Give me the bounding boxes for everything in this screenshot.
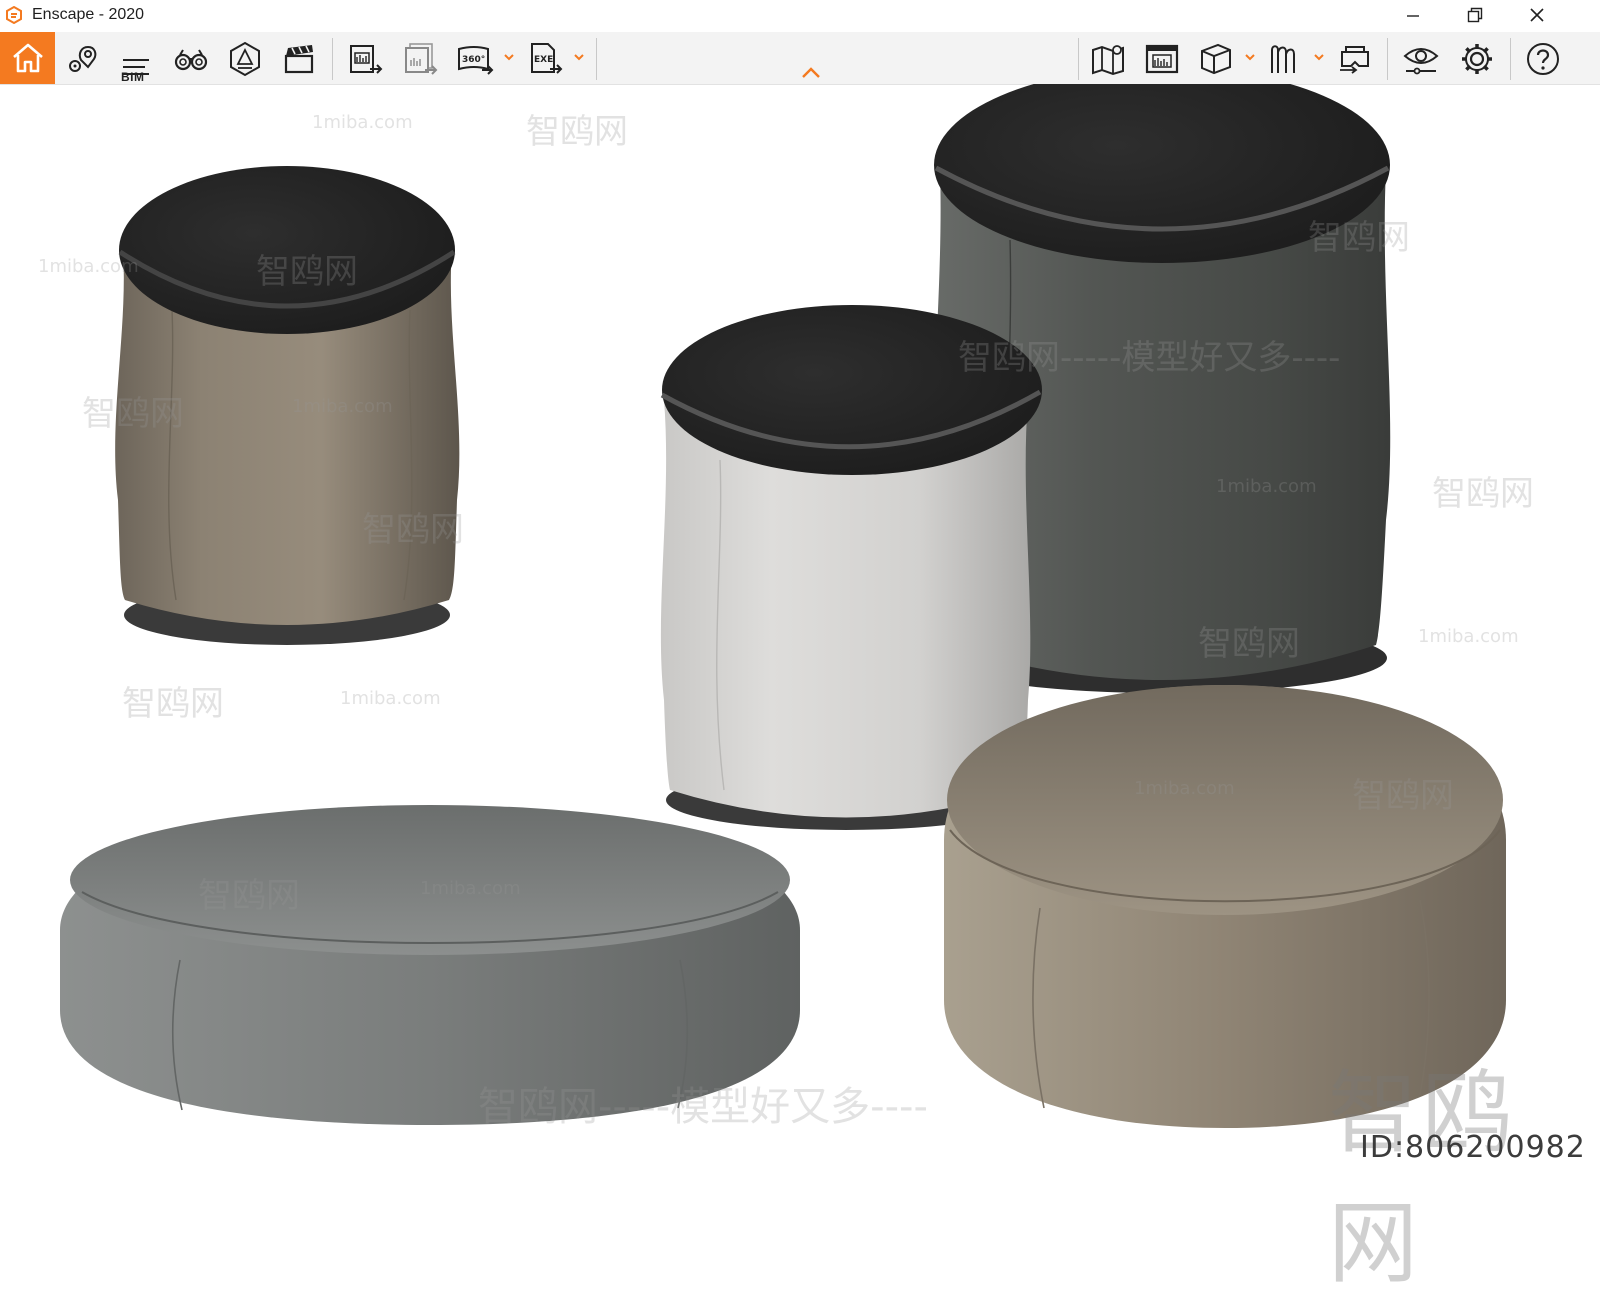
export-image-button[interactable] [342, 36, 388, 82]
binoculars-button[interactable] [168, 36, 214, 82]
export-exe-label: EXE [534, 55, 553, 65]
watermark-brand: 智鸥网 [256, 252, 358, 292]
render-viewport[interactable]: 1miba.com 智鸥网 1miba.com 智鸥网 智鸥网 1miba.co… [0, 84, 1600, 1200]
export-360-label: 360° [462, 55, 485, 65]
asset-library-button[interactable] [1262, 36, 1308, 82]
vr-headset-button[interactable] [1332, 36, 1378, 82]
watermark-brand: 智鸥网 [526, 112, 628, 152]
settings-button[interactable] [1454, 36, 1500, 82]
bim-label: BIM [121, 70, 145, 84]
watermark-brand: 智鸥网 [1308, 218, 1410, 258]
close-button[interactable] [1514, 0, 1560, 30]
toolbar-separator [1510, 38, 1511, 80]
video-editor-button[interactable] [276, 36, 322, 82]
watermark-brand: 智鸥网 [82, 394, 184, 434]
map-pin-icon [69, 45, 97, 72]
toolbar-separator [1387, 38, 1388, 80]
enscape-toolbar: BIM 360° EXE [0, 32, 1600, 85]
watermark-big-brand: 智鸥网 [1328, 1061, 1516, 1296]
watermark-site: 1miba.com [1216, 476, 1317, 497]
watermark-brand: 智鸥网 [1198, 624, 1300, 664]
watermark-brand: 智鸥网 [198, 876, 300, 916]
export-360-button[interactable]: 360° [452, 36, 498, 82]
map-button[interactable] [1085, 36, 1131, 82]
watermark-slogan: 智鸥网-----模型好又多---- [478, 1084, 928, 1130]
watermark-site: 1miba.com [340, 688, 441, 709]
window-title: Enscape - 2020 [32, 6, 145, 23]
watermark-site: 1miba.com [420, 878, 521, 899]
restore-icon [1467, 7, 1483, 23]
enscape-logo-icon [6, 6, 22, 24]
minimize-button[interactable] [1390, 0, 1436, 30]
batch-render-button[interactable] [397, 36, 443, 82]
home-button[interactable] [0, 32, 55, 84]
vr-headset-icon [1340, 46, 1369, 74]
watermark-brand: 智鸥网 [1352, 776, 1454, 816]
screenshots-icon [1145, 44, 1179, 74]
settings-gear-icon [1462, 44, 1492, 74]
asset-library-icon [1271, 45, 1295, 73]
cube-view-dropdown-chevron-icon[interactable] [1243, 50, 1257, 64]
views-button[interactable] [60, 36, 106, 82]
collapse-toolbar-chevron-up-icon[interactable] [800, 66, 822, 80]
cube-view-button[interactable] [1193, 36, 1239, 82]
clapperboard-icon [284, 45, 314, 74]
map-icon [1092, 45, 1124, 76]
export-360-dropdown-chevron-icon[interactable] [502, 50, 516, 64]
watermark-brand: 智鸥网 [362, 510, 464, 550]
watermark-brand: 智鸥网 [122, 684, 224, 724]
title-bar: Enscape - 2020 [0, 0, 1600, 32]
cube-view-icon [1201, 43, 1231, 75]
asset-library-dropdown-chevron-icon[interactable] [1312, 50, 1326, 64]
restore-button[interactable] [1452, 0, 1498, 30]
watermark-site: 1miba.com [312, 112, 413, 133]
toolbar-separator [1078, 38, 1079, 80]
screenshots-button[interactable] [1139, 36, 1185, 82]
watermark-slogan: 智鸥网-----模型好又多---- [958, 338, 1341, 378]
export-exe-dropdown-chevron-icon[interactable] [572, 50, 586, 64]
minimize-icon [1407, 15, 1419, 17]
watermark-brand: 智鸥网 [1432, 474, 1534, 514]
hexagon-light-icon [230, 41, 260, 77]
watermark-site: 1miba.com [292, 396, 393, 417]
watermark-site: 1miba.com [1134, 778, 1235, 799]
export-360-icon: 360° [458, 46, 494, 75]
toolbar-separator [596, 38, 597, 80]
export-exe-icon: EXE [531, 43, 563, 74]
batch-render-icon [405, 43, 438, 75]
help-button[interactable] [1520, 36, 1566, 82]
help-icon [1527, 43, 1559, 75]
toolbar-separator [332, 38, 333, 80]
export-exe-button[interactable]: EXE [522, 36, 568, 82]
light-view-button[interactable] [222, 36, 268, 82]
visual-settings-button[interactable] [1398, 36, 1444, 82]
close-icon [1530, 8, 1544, 22]
home-icon [12, 43, 43, 73]
visual-settings-icon [1403, 48, 1439, 75]
export-image-icon [350, 45, 383, 74]
watermark-id-label: ID:806200982 [1360, 1130, 1586, 1165]
binoculars-icon [174, 49, 208, 71]
watermark-site: 1miba.com [38, 256, 139, 277]
watermark-site: 1miba.com [1418, 626, 1519, 647]
